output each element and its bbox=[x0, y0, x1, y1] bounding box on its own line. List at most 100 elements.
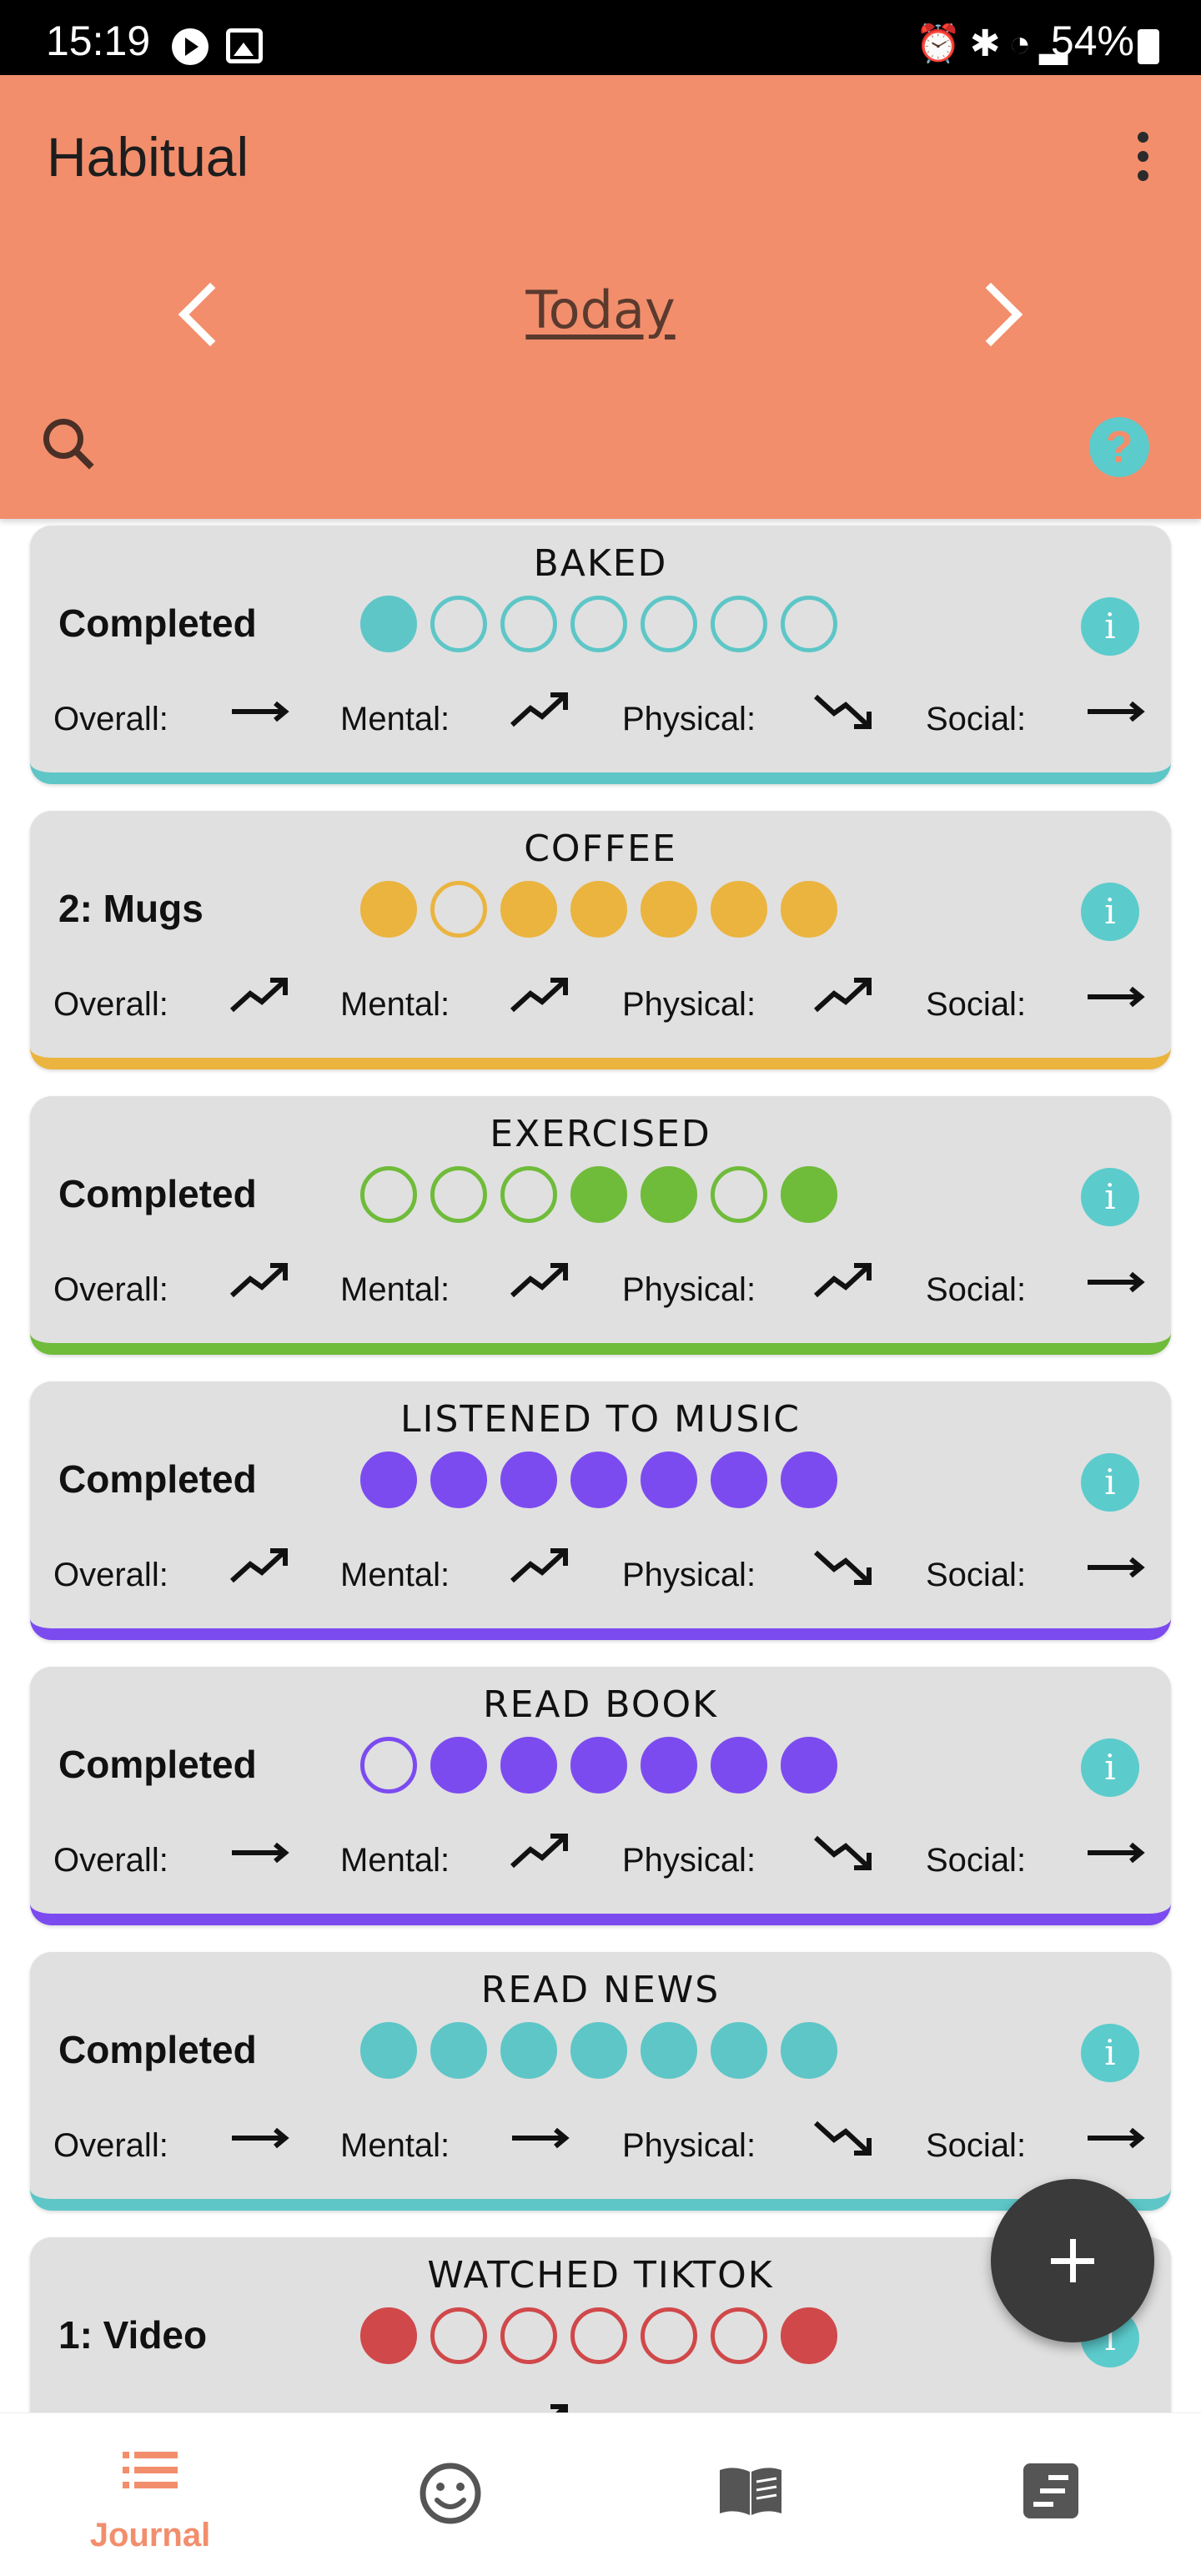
day-dot-filled[interactable] bbox=[711, 881, 767, 938]
gallery-icon bbox=[226, 28, 263, 63]
metric-label-overall: Overall: bbox=[53, 2127, 168, 2164]
day-dot-empty[interactable] bbox=[430, 596, 487, 652]
day-dot-filled[interactable] bbox=[781, 2022, 837, 2079]
trend-flat-icon bbox=[1083, 2115, 1146, 2161]
day-dot-filled[interactable] bbox=[570, 1452, 627, 1508]
day-dot-empty[interactable] bbox=[430, 1166, 487, 1223]
day-dot-filled[interactable] bbox=[500, 2022, 557, 2079]
habit-card[interactable]: READ NEWS Completed i Overall: Mental: Physic… bbox=[30, 1952, 1171, 2211]
status-bar: 15:19 ⏰✱◔▂ 54% bbox=[0, 0, 1201, 75]
day-dot-filled[interactable] bbox=[781, 881, 837, 938]
day-dot-empty[interactable] bbox=[360, 1166, 417, 1223]
tab-journal[interactable]: Journal bbox=[0, 2413, 300, 2576]
day-dot-empty[interactable] bbox=[570, 2307, 627, 2364]
day-dot-empty[interactable] bbox=[781, 596, 837, 652]
trend-flat-icon bbox=[811, 2400, 874, 2412]
day-dot-empty[interactable] bbox=[430, 2307, 487, 2364]
habit-card[interactable]: LISTENED TO MUSIC Completed i Overall: Menta… bbox=[30, 1381, 1171, 1640]
day-dot-filled[interactable] bbox=[641, 2022, 697, 2079]
day-dot-filled[interactable] bbox=[430, 2022, 487, 2079]
info-icon[interactable]: i bbox=[1081, 883, 1139, 941]
day-dot-filled[interactable] bbox=[570, 2022, 627, 2079]
day-dot-empty[interactable] bbox=[570, 596, 627, 652]
info-icon[interactable]: i bbox=[1081, 1168, 1139, 1226]
add-habit-button[interactable] bbox=[991, 2179, 1154, 2342]
info-icon[interactable]: i bbox=[1081, 1738, 1139, 1797]
day-dot-filled[interactable] bbox=[641, 1166, 697, 1223]
day-dot-filled[interactable] bbox=[781, 1737, 837, 1794]
day-dot-empty[interactable] bbox=[500, 2307, 557, 2364]
habit-name: LISTENED TO MUSIC bbox=[400, 1398, 801, 1441]
search-icon[interactable] bbox=[43, 419, 93, 469]
day-dot-empty[interactable] bbox=[641, 596, 697, 652]
habit-list[interactable]: BAKED Completed i Overall: Mental: Physical: S… bbox=[0, 519, 1201, 2412]
day-dot-filled[interactable] bbox=[500, 1737, 557, 1794]
day-dot-filled[interactable] bbox=[360, 2022, 417, 2079]
day-dot-empty[interactable] bbox=[711, 2307, 767, 2364]
habit-card[interactable]: READ BOOK Completed i Overall: Mental: Physic… bbox=[30, 1667, 1171, 1925]
trend-flat-icon bbox=[227, 2115, 290, 2161]
trend-flat-icon bbox=[507, 2115, 570, 2161]
metric-label-social: Social: bbox=[926, 1842, 1027, 1879]
habit-card[interactable]: EXERCISED Completed i Overall: Mental: Physic… bbox=[30, 1096, 1171, 1355]
day-dot-filled[interactable] bbox=[360, 2307, 417, 2364]
info-icon[interactable]: i bbox=[1081, 2024, 1139, 2082]
day-dot-filled[interactable] bbox=[500, 881, 557, 938]
info-icon[interactable]: i bbox=[1081, 1453, 1139, 1512]
day-dot-filled[interactable] bbox=[781, 1452, 837, 1508]
tab-mood[interactable] bbox=[300, 2413, 600, 2576]
habit-status: Completed bbox=[58, 1172, 257, 1215]
day-dot-filled[interactable] bbox=[360, 1452, 417, 1508]
tab-journal-label: Journal bbox=[89, 2517, 211, 2553]
day-dot-filled[interactable] bbox=[711, 1452, 767, 1508]
day-dot-filled[interactable] bbox=[641, 1452, 697, 1508]
trend-flat-icon bbox=[1083, 1544, 1146, 1591]
day-dot-filled[interactable] bbox=[570, 881, 627, 938]
day-dot-filled[interactable] bbox=[430, 1737, 487, 1794]
metric-label-mental: Mental: bbox=[340, 1557, 450, 1593]
metric-label-physical: Physical: bbox=[622, 1271, 756, 1308]
habit-card[interactable]: COFFEE 2: Mugs i Overall: Mental: Physical: So… bbox=[30, 811, 1171, 1069]
day-dot-empty[interactable] bbox=[500, 596, 557, 652]
habit-name: COFFEE bbox=[524, 828, 677, 870]
day-dot-filled[interactable] bbox=[430, 1452, 487, 1508]
day-dot-filled[interactable] bbox=[360, 596, 417, 652]
habit-status: Completed bbox=[58, 1457, 257, 1501]
trend-down-icon bbox=[811, 2115, 874, 2161]
next-day-chevron-icon[interactable] bbox=[972, 275, 1030, 350]
trend-flat-icon bbox=[227, 688, 290, 735]
day-dot-filled[interactable] bbox=[641, 1737, 697, 1794]
day-dot-filled[interactable] bbox=[641, 881, 697, 938]
day-dot-empty[interactable] bbox=[430, 881, 487, 938]
day-dot-empty[interactable] bbox=[360, 1737, 417, 1794]
day-dot-filled[interactable] bbox=[360, 881, 417, 938]
tab-library[interactable] bbox=[600, 2413, 901, 2576]
trend-up-icon bbox=[811, 974, 874, 1020]
trend-down-icon bbox=[811, 1829, 874, 1876]
metric-label-overall: Overall: bbox=[53, 1842, 168, 1879]
day-dot-filled[interactable] bbox=[500, 1452, 557, 1508]
day-dot-filled[interactable] bbox=[711, 2022, 767, 2079]
info-icon[interactable]: i bbox=[1081, 597, 1139, 656]
habit-status: Completed bbox=[58, 2028, 257, 2071]
day-dot-filled[interactable] bbox=[570, 1166, 627, 1223]
habit-card[interactable]: BAKED Completed i Overall: Mental: Physical: S… bbox=[30, 526, 1171, 784]
day-dot-empty[interactable] bbox=[641, 2307, 697, 2364]
trend-flat-icon bbox=[1083, 974, 1146, 1020]
day-dot-empty[interactable] bbox=[500, 1166, 557, 1223]
list-icon bbox=[123, 2452, 178, 2488]
day-dot-empty[interactable] bbox=[711, 1166, 767, 1223]
trend-down-icon bbox=[811, 1544, 874, 1591]
day-dot-filled[interactable] bbox=[711, 1737, 767, 1794]
day-dot-filled[interactable] bbox=[781, 1166, 837, 1223]
day-dot-empty[interactable] bbox=[711, 596, 767, 652]
trend-flat-icon bbox=[1083, 1829, 1146, 1876]
status-time: 15:19 bbox=[46, 18, 151, 64]
day-dot-filled[interactable] bbox=[781, 2307, 837, 2364]
overflow-menu-icon[interactable] bbox=[1134, 132, 1151, 182]
habit-status: 1: Video bbox=[58, 2313, 208, 2357]
day-dot-filled[interactable] bbox=[570, 1737, 627, 1794]
habit-status: Completed bbox=[58, 1743, 257, 1786]
tab-notes[interactable] bbox=[901, 2413, 1201, 2576]
help-icon[interactable]: ? bbox=[1089, 417, 1149, 477]
